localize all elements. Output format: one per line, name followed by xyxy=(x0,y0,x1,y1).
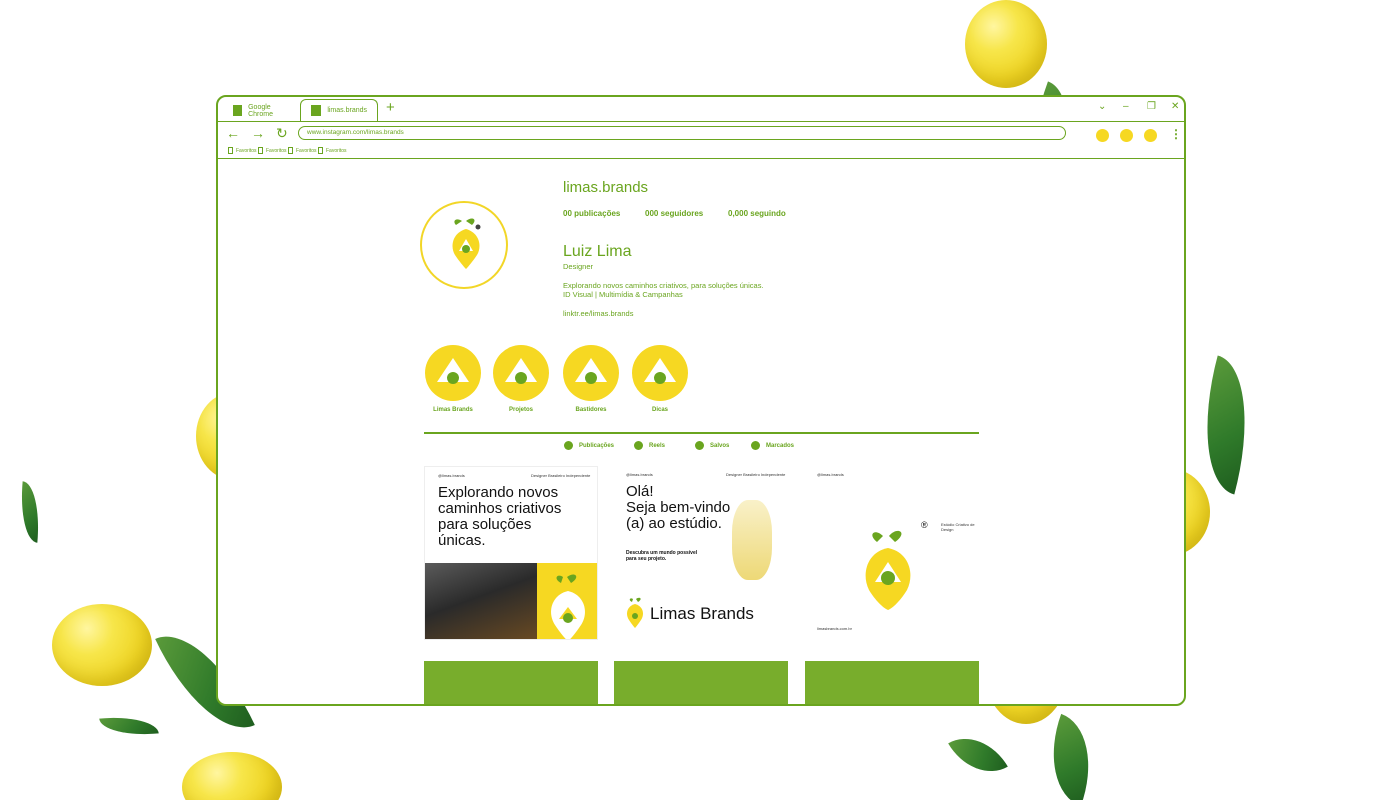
bookmarks-bar: Favoritos Favoritos Favoritos Favoritos xyxy=(218,145,1184,159)
tab-limas-brands[interactable]: limas.brands xyxy=(300,99,378,121)
post-tile[interactable]: @limas.brands ® Estúdio Criativo de Desi… xyxy=(805,466,979,640)
highlight-bastidores[interactable] xyxy=(563,345,619,401)
tab-publicacoes[interactable]: Publicações xyxy=(564,441,614,450)
post-subtitle: Descubra um mundo possível para seu proj… xyxy=(626,550,698,562)
registered-icon: ® xyxy=(921,520,928,530)
extension-icon[interactable] xyxy=(1144,129,1157,142)
honey-drip-image xyxy=(732,500,772,580)
leaf-decoration xyxy=(1033,713,1109,800)
highlight-label: Projetos xyxy=(508,407,533,413)
lemon-decoration xyxy=(965,0,1047,88)
profile-link[interactable]: linktr.ee/limas.brands xyxy=(563,309,633,318)
tab-reels[interactable]: Reels xyxy=(634,441,665,450)
post-tile[interactable] xyxy=(614,661,788,704)
post-tagline: Designer Brasileiro Independente xyxy=(726,472,786,477)
navigation-bar: ← → ↻ www.instagram.com/limas.brands ⋮ xyxy=(218,121,1184,143)
profile-avatar[interactable] xyxy=(420,201,508,289)
tab-google-chrome[interactable]: Google Chrome xyxy=(222,99,300,121)
posts-count[interactable]: 00 publicações xyxy=(563,209,620,218)
tab-salvos[interactable]: Salvos xyxy=(695,441,729,450)
followers-count[interactable]: 000 seguidores xyxy=(645,209,703,218)
highlight-dicas[interactable] xyxy=(632,345,688,401)
bookmark-icon xyxy=(258,147,263,154)
bookmark-item[interactable]: Favoritos xyxy=(258,147,287,154)
profile-username: limas.brands xyxy=(563,179,649,196)
workspace-photo xyxy=(425,563,537,639)
plus-icon[interactable]: + xyxy=(386,99,395,116)
lemon-decoration xyxy=(52,604,152,686)
post-footer: limasbrands.com.br xyxy=(817,626,852,631)
post-handle: @limas.brands xyxy=(438,473,465,478)
post-tile[interactable]: @limas.brands Designer Brasileiro Indepe… xyxy=(614,466,788,640)
favicon-icon xyxy=(311,105,322,116)
tab-marcados[interactable]: Marcados xyxy=(751,441,794,450)
highlight-projetos[interactable] xyxy=(493,345,549,401)
back-arrow-icon[interactable]: ← xyxy=(226,125,240,141)
extension-icon[interactable] xyxy=(1120,129,1133,142)
post-tile[interactable] xyxy=(805,661,979,704)
post-tile[interactable] xyxy=(424,661,598,704)
post-tile[interactable]: @limas.brands Designer Brasileiro Indepe… xyxy=(424,466,598,640)
lemon-panel xyxy=(537,563,597,639)
bookmark-icon xyxy=(228,147,233,154)
tab-label: Google Chrome xyxy=(248,103,274,118)
leaf-decoration xyxy=(1184,355,1268,495)
bookmark-icon xyxy=(288,147,293,154)
tag-icon xyxy=(751,441,760,450)
address-bar[interactable]: www.instagram.com/limas.brands xyxy=(298,126,1066,140)
forward-arrow-icon[interactable]: → xyxy=(251,125,265,141)
post-tagline: Designer Brasileiro Independente xyxy=(531,473,591,478)
post-handle: @limas.brands xyxy=(817,472,844,477)
bookmark-item[interactable]: Favoritos xyxy=(318,147,347,154)
bookmark-icon xyxy=(695,441,704,450)
lemon-logo-icon xyxy=(627,597,643,628)
minimize-icon[interactable]: – xyxy=(1123,101,1129,112)
restore-icon[interactable]: ❐ xyxy=(1147,101,1156,112)
profile-divider xyxy=(424,432,979,434)
profile-name: Luiz Lima xyxy=(563,243,632,260)
leaf-decoration xyxy=(99,713,159,739)
bio-line: Explorando novos caminhos criativos, par… xyxy=(563,281,764,290)
browser-window: Google Chrome limas.brands + ⌄ – ❐ ✕ ← →… xyxy=(216,95,1186,706)
tab-bar: Google Chrome limas.brands + ⌄ – ❐ ✕ xyxy=(218,97,1184,121)
profile-role: Designer xyxy=(563,262,594,271)
brand-name: Limas Brands xyxy=(650,604,754,623)
following-count[interactable]: 0,000 seguindo xyxy=(728,209,786,218)
leaf-decoration xyxy=(948,723,1008,787)
favicon-icon xyxy=(233,105,243,116)
post-side-label: Estúdio Criativo de Design xyxy=(941,522,975,532)
reload-icon[interactable]: ↻ xyxy=(276,125,288,142)
chevron-down-icon[interactable]: ⌄ xyxy=(1098,101,1106,112)
bookmark-item[interactable]: Favoritos xyxy=(228,147,257,154)
highlight-label: Dicas xyxy=(651,407,668,413)
highlight-label: Bastidores xyxy=(575,407,607,413)
close-icon[interactable]: ✕ xyxy=(1171,101,1179,112)
reels-icon xyxy=(634,441,643,450)
post-headline: Explorando novos caminhos criativos para… xyxy=(438,484,562,549)
lemon-logo-icon xyxy=(452,218,481,269)
bookmark-item[interactable]: Favoritos xyxy=(288,147,317,154)
extension-icon[interactable] xyxy=(1096,129,1109,142)
grid-icon xyxy=(564,441,573,450)
lemon-logo-icon xyxy=(865,530,911,610)
bookmark-icon xyxy=(318,147,323,154)
lemon-logo-icon xyxy=(551,574,585,639)
leaf-decoration xyxy=(17,481,43,543)
post-handle: @limas.brands xyxy=(626,472,653,477)
menu-kebab-icon[interactable]: ⋮ xyxy=(1170,127,1182,141)
highlight-limas-brands[interactable] xyxy=(425,345,481,401)
bio-line: ID Visual | Multimídia & Campanhas xyxy=(563,290,683,299)
tab-label: limas.brands xyxy=(327,107,367,114)
post-headline: Olá! Seja bem-vindo (a) ao estúdio. xyxy=(626,483,731,532)
lemon-decoration xyxy=(182,752,282,800)
profile-bio: Explorando novos caminhos criativos, par… xyxy=(563,281,764,299)
